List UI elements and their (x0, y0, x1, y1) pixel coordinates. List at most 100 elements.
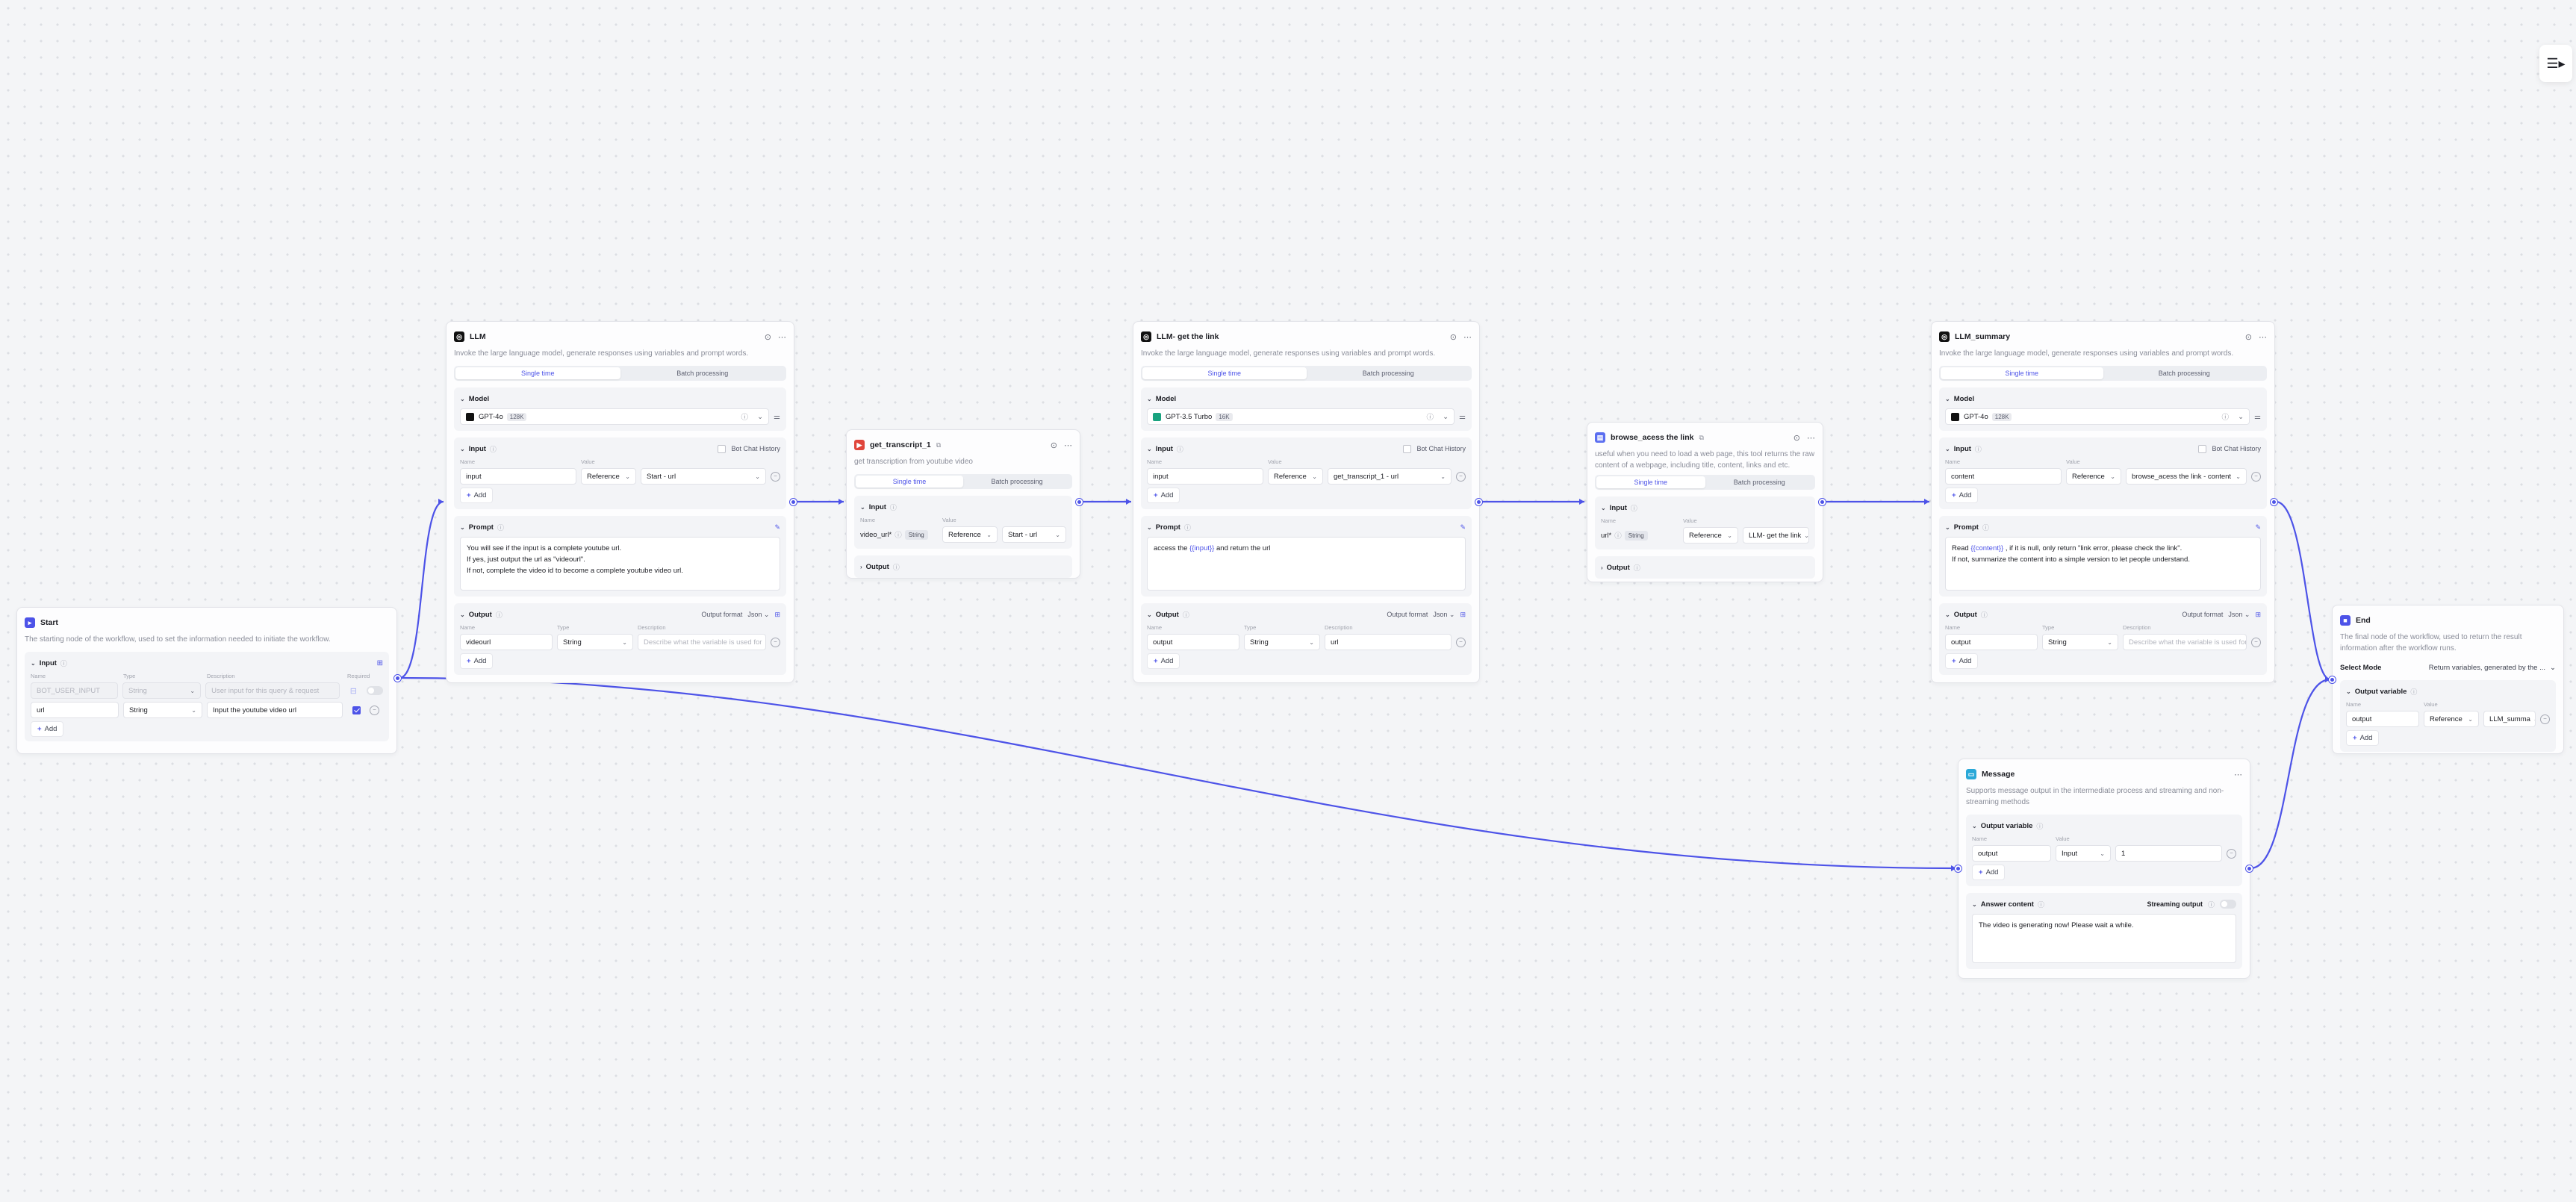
message-node[interactable]: ▭ Message ⋯ Supports message output in t… (1955, 759, 2253, 979)
output-handle[interactable] (790, 499, 797, 505)
output-desc-field[interactable]: Describe what the variable is used for (638, 634, 766, 650)
remove-icon[interactable]: − (2251, 637, 2261, 647)
chevron-down-icon[interactable]: ⌄ (460, 524, 465, 531)
plugin-node[interactable]: ▤ browse_acess the link ⧉ ⊙ ⋯ useful when… (1587, 422, 1826, 582)
input-handle[interactable] (1955, 865, 1961, 872)
value-mode-select[interactable]: Reference ⌄ (1683, 527, 1738, 544)
tab-single-time[interactable]: Single time (856, 476, 963, 488)
output-type-select[interactable]: String ⌄ (1244, 634, 1320, 650)
remove-icon[interactable]: − (771, 471, 780, 482)
tab-single-time[interactable]: Single time (1142, 367, 1307, 379)
model-settings-icon[interactable]: ⚌ (774, 413, 780, 421)
prompt-optimize-icon[interactable]: ✎ (774, 523, 780, 532)
add-button[interactable]: + Add (2346, 730, 2380, 746)
chevron-down-icon[interactable]: ⌄ (1945, 611, 1950, 618)
tab-batch-processing[interactable]: Batch processing (963, 476, 1071, 488)
tab-batch-processing[interactable]: Batch processing (620, 367, 785, 379)
prompt-editor[interactable]: Read {{content}} , if it is null, only r… (1945, 537, 2261, 591)
remove-icon[interactable]: − (2540, 714, 2550, 724)
output-name-field[interactable]: videourl (460, 634, 553, 650)
copy-icon[interactable]: ⧉ (936, 441, 941, 449)
prompt-optimize-icon[interactable]: ✎ (1460, 523, 1466, 532)
add-button[interactable]: + Add (460, 488, 494, 503)
tab-single-time[interactable]: Single time (1941, 367, 2103, 379)
reference-select[interactable]: LLM_summa⌄ (2483, 711, 2536, 727)
model-settings-icon[interactable]: ⚌ (1459, 413, 1466, 421)
param-desc-field[interactable]: Input the youtube video url (207, 702, 343, 718)
value-mode-select[interactable]: Reference ⌄ (1268, 468, 1323, 485)
chevron-down-icon[interactable]: ⌄ (460, 446, 465, 452)
output-name-field[interactable]: output (1972, 845, 2051, 862)
reference-select[interactable]: LLM- get the link ⌄ (1743, 527, 1809, 544)
model-settings-icon[interactable]: ⚌ (2254, 413, 2261, 421)
value-mode-select[interactable]: Reference ⌄ (2066, 468, 2121, 485)
debug-icon[interactable]: ⊙ (765, 332, 771, 342)
chevron-down-icon[interactable]: ⌄ (1147, 524, 1152, 531)
output-format-select[interactable]: Json ⌄ (747, 611, 769, 619)
chevron-down-icon[interactable]: ⌄ (1601, 505, 1606, 511)
remove-icon[interactable]: − (370, 705, 379, 715)
remove-icon[interactable]: − (2227, 848, 2236, 859)
llm-node[interactable]: ◎ LLM- get the link ⊙ ⋯ Invoke the large … (1133, 321, 1482, 683)
more-icon[interactable]: ⋯ (1807, 433, 1815, 443)
input-name-field[interactable]: input (460, 468, 576, 485)
chevron-down-icon[interactable]: ⌄ (1945, 396, 1950, 402)
debug-icon[interactable]: ⊙ (2245, 332, 2252, 342)
more-icon[interactable]: ⋯ (1463, 332, 1472, 342)
output-name-field[interactable]: output (1147, 634, 1239, 650)
reference-select[interactable]: Start - url ⌄ (641, 468, 766, 485)
output-handle[interactable] (1076, 499, 1083, 505)
add-button[interactable]: + Add (1147, 488, 1180, 503)
value-mode-select[interactable]: Reference ⌄ (581, 468, 636, 485)
add-button[interactable]: + Add (460, 653, 494, 669)
output-format-select[interactable]: Json ⌄ (2228, 611, 2250, 619)
remove-icon[interactable]: − (771, 637, 780, 647)
more-icon[interactable]: ⋯ (2259, 332, 2267, 342)
value-mode-select[interactable]: Reference ⌄ (2424, 711, 2479, 727)
output-desc-field[interactable]: url (1325, 634, 1452, 650)
output-name-field[interactable]: output (2346, 711, 2419, 727)
chevron-right-icon[interactable]: › (860, 564, 862, 570)
chevron-down-icon[interactable]: ⌄ (1147, 446, 1152, 452)
debug-icon[interactable]: ⊙ (1450, 332, 1457, 342)
chevron-down-icon[interactable]: ⌄ (1945, 524, 1950, 531)
add-param-icon[interactable]: ⊞ (377, 659, 383, 667)
input-handle[interactable] (2329, 676, 2336, 683)
remove-icon[interactable]: − (1456, 637, 1466, 647)
bot-chat-history-checkbox[interactable] (2198, 444, 2207, 453)
llm-node[interactable]: ◎ LLM_summary ⊙ ⋯ Invoke the large langua… (1931, 321, 2277, 683)
add-param-icon[interactable]: ⊞ (2255, 611, 2261, 619)
output-type-select[interactable]: String ⌄ (557, 634, 633, 650)
output-handle[interactable] (2246, 865, 2253, 872)
debug-icon[interactable]: ⊙ (1793, 433, 1800, 443)
bot-chat-history-checkbox[interactable] (1403, 444, 1412, 453)
start-node[interactable]: ▸ Start The starting node of the workflo… (16, 607, 401, 754)
run-test-button[interactable]: ☰▸ (2539, 45, 2572, 82)
add-button[interactable]: + Add (1945, 488, 1979, 503)
add-param-icon[interactable]: ⊞ (774, 611, 780, 619)
chevron-down-icon[interactable]: ⌄ (1972, 823, 1977, 829)
chevron-down-icon[interactable]: ⌄ (31, 660, 36, 667)
model-select[interactable]: GPT-4o 128K ⓘ ⌄ (1945, 408, 2250, 425)
prompt-editor[interactable]: You will see if the input is a complete … (460, 537, 780, 591)
more-icon[interactable]: ⋯ (1064, 440, 1072, 450)
debug-icon[interactable]: ⊙ (1051, 440, 1057, 450)
param-type-select[interactable]: String ⌄ (123, 702, 202, 718)
output-handle[interactable] (394, 675, 401, 682)
chevron-down-icon[interactable]: ⌄ (1147, 611, 1152, 618)
bot-chat-history-checkbox[interactable] (718, 444, 727, 453)
tab-batch-processing[interactable]: Batch processing (1705, 476, 1814, 488)
tab-single-time[interactable]: Single time (1596, 476, 1705, 488)
reference-select[interactable]: Start - url ⌄ (1002, 526, 1066, 543)
remove-icon[interactable]: − (1456, 471, 1466, 482)
output-type-select[interactable]: String ⌄ (2042, 634, 2118, 650)
add-button[interactable]: + Add (31, 721, 64, 737)
input-name-field[interactable]: input (1147, 468, 1263, 485)
tab-batch-processing[interactable]: Batch processing (1307, 367, 1471, 379)
more-icon[interactable]: ⋯ (2234, 770, 2242, 779)
reference-select[interactable]: browse_acess the link - content ⌄ (2126, 468, 2247, 485)
chevron-down-icon[interactable]: ⌄ (460, 396, 465, 402)
chevron-down-icon[interactable]: ⌄ (1147, 396, 1152, 402)
tab-batch-processing[interactable]: Batch processing (2103, 367, 2266, 379)
plugin-node[interactable]: ▶ get_transcript_1 ⧉ ⊙ ⋯ get transcriptio… (846, 429, 1083, 579)
